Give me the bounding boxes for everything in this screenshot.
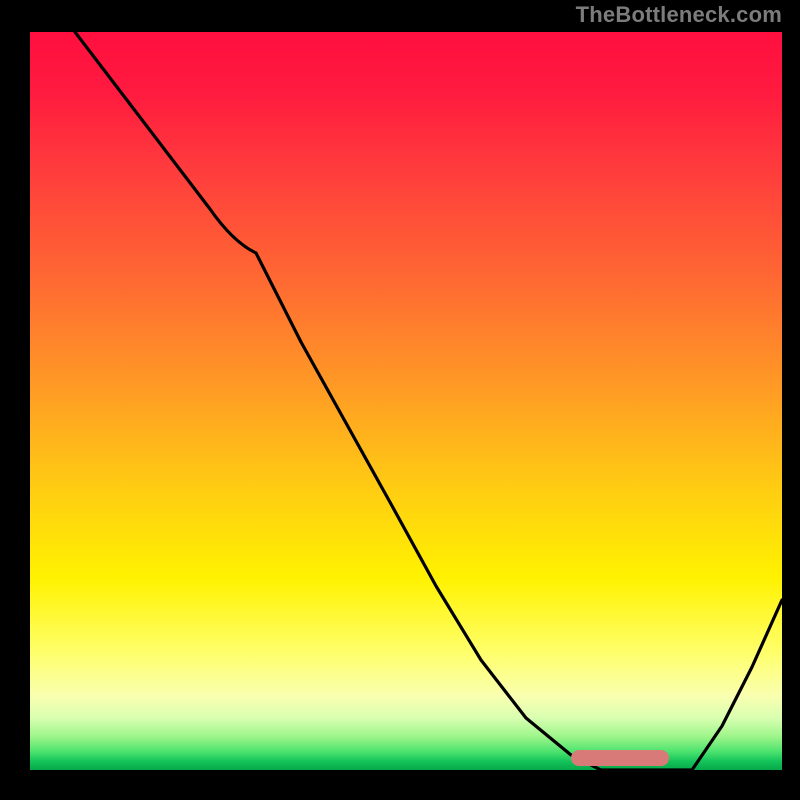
bottleneck-curve-path <box>75 32 782 770</box>
plot-area <box>30 32 782 770</box>
attribution-label: TheBottleneck.com <box>576 2 782 28</box>
optimal-region-marker <box>571 750 669 766</box>
chart-frame: TheBottleneck.com <box>0 0 800 800</box>
bottleneck-curve <box>30 32 782 770</box>
